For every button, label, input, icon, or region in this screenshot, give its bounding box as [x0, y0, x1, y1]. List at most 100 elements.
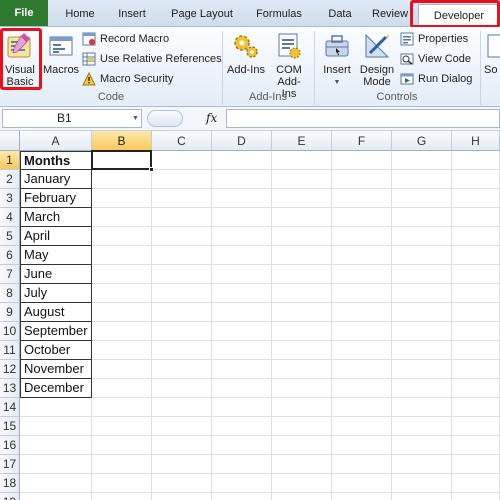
cell-f11[interactable]: [332, 341, 392, 360]
row-header-7[interactable]: 7: [0, 265, 20, 284]
cell-g6[interactable]: [392, 246, 452, 265]
cell-f14[interactable]: [332, 398, 392, 417]
cell-e6[interactable]: [272, 246, 332, 265]
relative-references-button[interactable]: Use Relative References: [82, 50, 222, 68]
cell-c16[interactable]: [152, 436, 212, 455]
column-header-b[interactable]: B: [92, 131, 152, 151]
cell-d13[interactable]: [212, 379, 272, 398]
cell-h5[interactable]: [452, 227, 500, 246]
cell-e7[interactable]: [272, 265, 332, 284]
cell-c19[interactable]: [152, 493, 212, 500]
row-header-5[interactable]: 5: [0, 227, 20, 246]
cell-e3[interactable]: [272, 189, 332, 208]
cell-a16[interactable]: [20, 436, 92, 455]
cell-e14[interactable]: [272, 398, 332, 417]
cell-c5[interactable]: [152, 227, 212, 246]
cell-b8[interactable]: [92, 284, 152, 303]
cell-a8[interactable]: July: [20, 284, 92, 303]
cell-e10[interactable]: [272, 322, 332, 341]
row-header-10[interactable]: 10: [0, 322, 20, 341]
cell-c14[interactable]: [152, 398, 212, 417]
cell-b11[interactable]: [92, 341, 152, 360]
cell-c8[interactable]: [152, 284, 212, 303]
fill-handle[interactable]: [149, 167, 154, 172]
row-header-4[interactable]: 4: [0, 208, 20, 227]
tab-page-layout[interactable]: Page Layout: [168, 3, 236, 25]
insert-function-icon[interactable]: fx: [206, 111, 217, 125]
cell-a12[interactable]: November: [20, 360, 92, 379]
cell-f4[interactable]: [332, 208, 392, 227]
macros-button[interactable]: Macros: [43, 31, 79, 76]
cell-a10[interactable]: September: [20, 322, 92, 341]
cell-h1[interactable]: [452, 151, 500, 170]
cell-f3[interactable]: [332, 189, 392, 208]
cell-h2[interactable]: [452, 170, 500, 189]
cell-d10[interactable]: [212, 322, 272, 341]
row-header-3[interactable]: 3: [0, 189, 20, 208]
cell-f18[interactable]: [332, 474, 392, 493]
cell-g13[interactable]: [392, 379, 452, 398]
cell-d7[interactable]: [212, 265, 272, 284]
cell-h17[interactable]: [452, 455, 500, 474]
column-header-a[interactable]: A: [20, 131, 92, 151]
cell-c11[interactable]: [152, 341, 212, 360]
cell-e1[interactable]: [272, 151, 332, 170]
cell-e12[interactable]: [272, 360, 332, 379]
cell-g15[interactable]: [392, 417, 452, 436]
row-header-13[interactable]: 13: [0, 379, 20, 398]
cell-d18[interactable]: [212, 474, 272, 493]
cell-b15[interactable]: [92, 417, 152, 436]
tab-formulas[interactable]: Formulas: [250, 3, 308, 25]
cell-g5[interactable]: [392, 227, 452, 246]
cell-b9[interactable]: [92, 303, 152, 322]
cell-c7[interactable]: [152, 265, 212, 284]
formula-input[interactable]: [226, 109, 500, 128]
cell-b12[interactable]: [92, 360, 152, 379]
view-code-button[interactable]: View Code: [400, 50, 471, 68]
row-header-17[interactable]: 17: [0, 455, 20, 474]
cell-a7[interactable]: June: [20, 265, 92, 284]
cell-e9[interactable]: [272, 303, 332, 322]
cell-c6[interactable]: [152, 246, 212, 265]
cell-b13[interactable]: [92, 379, 152, 398]
row-header-19[interactable]: 19: [0, 493, 20, 500]
chevron-down-icon[interactable]: ▼: [132, 115, 139, 122]
visual-basic-button[interactable]: Visual Basic: [2, 31, 38, 88]
com-add-ins-button[interactable]: COM Add-Ins: [268, 31, 310, 100]
cell-f17[interactable]: [332, 455, 392, 474]
cell-e8[interactable]: [272, 284, 332, 303]
row-header-16[interactable]: 16: [0, 436, 20, 455]
cell-d1[interactable]: [212, 151, 272, 170]
column-header-d[interactable]: D: [212, 131, 272, 151]
cell-h19[interactable]: [452, 493, 500, 500]
cell-f19[interactable]: [332, 493, 392, 500]
column-header-c[interactable]: C: [152, 131, 212, 151]
cell-b4[interactable]: [92, 208, 152, 227]
cell-g17[interactable]: [392, 455, 452, 474]
macro-security-button[interactable]: Macro Security: [82, 70, 173, 88]
cell-a3[interactable]: February: [20, 189, 92, 208]
cell-b3[interactable]: [92, 189, 152, 208]
cell-b6[interactable]: [92, 246, 152, 265]
cell-f5[interactable]: [332, 227, 392, 246]
cell-h12[interactable]: [452, 360, 500, 379]
cell-h13[interactable]: [452, 379, 500, 398]
cell-a14[interactable]: [20, 398, 92, 417]
cell-f7[interactable]: [332, 265, 392, 284]
cell-f9[interactable]: [332, 303, 392, 322]
row-header-8[interactable]: 8: [0, 284, 20, 303]
cell-c17[interactable]: [152, 455, 212, 474]
cell-h16[interactable]: [452, 436, 500, 455]
cell-f8[interactable]: [332, 284, 392, 303]
column-header-e[interactable]: E: [272, 131, 332, 151]
cell-e16[interactable]: [272, 436, 332, 455]
cell-c9[interactable]: [152, 303, 212, 322]
cell-h4[interactable]: [452, 208, 500, 227]
cell-e15[interactable]: [272, 417, 332, 436]
cell-e5[interactable]: [272, 227, 332, 246]
cell-c4[interactable]: [152, 208, 212, 227]
cell-h9[interactable]: [452, 303, 500, 322]
cell-c1[interactable]: [152, 151, 212, 170]
cell-c13[interactable]: [152, 379, 212, 398]
cell-g18[interactable]: [392, 474, 452, 493]
